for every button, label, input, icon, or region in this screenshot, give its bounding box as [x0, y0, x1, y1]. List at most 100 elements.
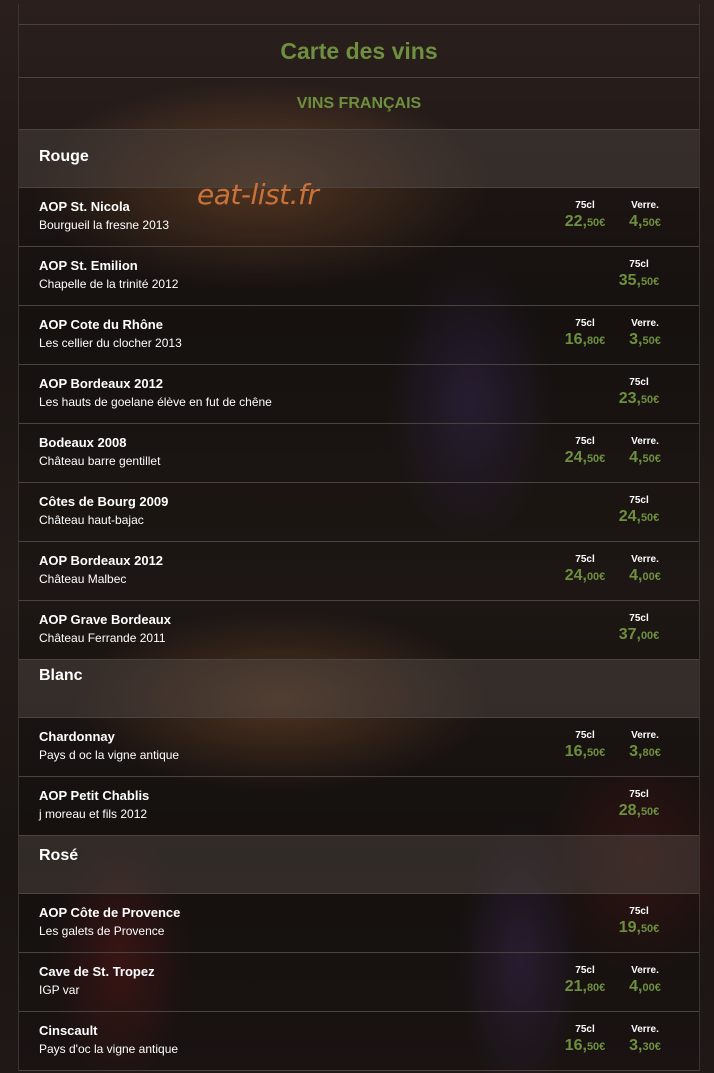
bottle-price-amount: 16, [564, 1037, 587, 1054]
glass-price-value: 4,00€ [615, 978, 675, 996]
bottle-price-label: 75cl [629, 259, 649, 270]
glass-price-amount: 4, [629, 449, 643, 466]
wine-name: AOP St. Emilion [39, 258, 138, 273]
bottle-price-amount: 35, [618, 272, 641, 289]
glass-price-amount: 4, [629, 567, 643, 584]
bottle-price: 75cl 16,50€ [555, 730, 615, 761]
bottle-price-amount: 23, [618, 390, 641, 407]
bottle-price-amount: 21, [564, 978, 587, 995]
wine-description: Les hauts de goelane élève en fut de chê… [39, 395, 272, 409]
glass-price-cents: 50€ [642, 453, 661, 465]
wine-description: Bourgueil la fresne 2013 [39, 218, 170, 232]
wine-row: Côtes de Bourg 2009 Château haut-bajac 75c… [19, 483, 699, 542]
glass-price-cents: 30€ [642, 1041, 661, 1053]
bottle-price-cents: 50€ [640, 512, 660, 524]
bottle-price-amount: 19, [618, 919, 641, 936]
glass-price-label: Verre. [631, 730, 659, 741]
wine-description: IGP var [39, 983, 80, 997]
bottle-price-cents: 00€ [586, 571, 606, 583]
glass-price-amount: 4, [629, 978, 643, 995]
bottle-price-cents: 50€ [586, 453, 606, 465]
bottle-price-value: 28,50€ [609, 802, 669, 820]
bottle-price-amount: 16, [564, 743, 587, 760]
wine-name: Cave de St. Tropez [39, 964, 155, 979]
wine-description: Pays d oc la vigne antique [39, 748, 180, 762]
bottle-price-value: 24,00€ [555, 567, 615, 585]
bottle-price-amount: 24, [618, 508, 641, 525]
wine-name: AOP St. Nicola [39, 199, 130, 214]
glass-price: Verre. 3,50€ [615, 318, 675, 349]
glass-price-value: 4,50€ [615, 213, 675, 231]
glass-price-label: Verre. [631, 1024, 659, 1035]
wine-row: AOP Côte de Provence Les galets de Proven… [19, 894, 699, 953]
bottle-price-label: 75cl [575, 318, 595, 329]
glass-price-value: 4,50€ [615, 449, 675, 467]
bottle-price-value: 24,50€ [609, 508, 669, 526]
wine-description: Pays d'oc la vigne antique [39, 1042, 179, 1056]
bottle-price: 75cl 24,50€ [555, 436, 615, 467]
bottle-price-label: 75cl [629, 906, 649, 917]
glass-price: Verre. 3,80€ [615, 730, 675, 761]
wine-description: Château haut-bajac [39, 513, 144, 527]
bottle-price-cents: 50€ [640, 276, 660, 288]
bottle-price-label: 75cl [629, 789, 649, 800]
bottle-price: 75cl 16,50€ [555, 1024, 615, 1055]
page-subtitle: VINS FRANÇAIS [19, 78, 699, 130]
glass-price: Verre. 4,50€ [615, 436, 675, 467]
wine-name: Bodeaux 2008 [39, 435, 127, 450]
wine-description: Château barre gentillet [39, 454, 161, 468]
wine-name: AOP Côte de Provence [39, 905, 181, 920]
bottle-price-value: 24,50€ [555, 449, 615, 467]
glass-price-amount: 3, [629, 331, 643, 348]
wine-row: AOP Bordeaux 2012 Château Malbec 75cl 24,00… [19, 542, 699, 601]
glass-price-value: 3,50€ [615, 331, 675, 349]
bottle-price-value: 16,50€ [555, 743, 615, 761]
wine-name: AOP Cote du Rhône [39, 317, 163, 332]
wine-name: Côtes de Bourg 2009 [39, 494, 169, 509]
bottle-price-value: 23,50€ [609, 390, 669, 408]
wine-row: AOP Cote du Rhône Les cellier du clocher … [19, 306, 699, 365]
bottle-price-amount: 28, [618, 802, 641, 819]
glass-price-value: 4,00€ [615, 567, 675, 585]
bottle-price-label: 75cl [575, 554, 595, 565]
bottle-price-label: 75cl [629, 613, 649, 624]
section-title: Rosé [39, 847, 79, 864]
glass-price-amount: 4, [629, 213, 643, 230]
bottle-price-value: 22,50€ [555, 213, 615, 231]
bottle-price-label: 75cl [575, 436, 595, 447]
glass-price-cents: 50€ [642, 217, 661, 229]
section-title: Blanc [39, 667, 83, 684]
bottle-price: 75cl 37,00€ [609, 613, 669, 644]
glass-price-cents: 50€ [642, 335, 661, 347]
glass-price: Verre. 3,30€ [615, 1024, 675, 1055]
wine-menu: Carte des vins VINS FRANÇAIS Rouge AOP St… [18, 4, 700, 1071]
wine-row: AOP Petit Chablis j moreau et fils 2012 75… [19, 777, 699, 836]
glass-price-label: Verre. [631, 965, 659, 976]
wine-name: AOP Petit Chablis [39, 788, 150, 803]
section-title: Rouge [39, 148, 89, 165]
wine-row: Bodeaux 2008 Château barre gentillet 75cl 2… [19, 424, 699, 483]
watermark: eat-list.fr [197, 178, 319, 211]
section-header: Rosé [19, 836, 699, 894]
glass-price: Verre. 4,00€ [615, 554, 675, 585]
glass-price-cents: 00€ [642, 571, 661, 583]
wine-description: Château Ferrande 2011 [39, 631, 166, 645]
glass-price-amount: 3, [629, 743, 643, 760]
glass-price-label: Verre. [631, 554, 659, 565]
wine-name: Cinscault [39, 1023, 98, 1038]
bottle-price: 75cl 16,80€ [555, 318, 615, 349]
wine-name: AOP Bordeaux 2012 [39, 376, 164, 391]
glass-price-label: Verre. [631, 436, 659, 447]
bottle-price-value: 37,00€ [609, 626, 669, 644]
wine-row: Chardonnay Pays d oc la vigne antique 75cl… [19, 718, 699, 777]
bottle-price-label: 75cl [575, 730, 595, 741]
glass-price-cents: 80€ [642, 747, 661, 759]
bottle-price-value: 21,80€ [555, 978, 615, 996]
bottle-price-label: 75cl [629, 377, 649, 388]
bottle-price-cents: 50€ [640, 923, 660, 935]
wine-name: AOP Bordeaux 2012 [39, 553, 164, 568]
bottle-price-cents: 50€ [586, 1041, 606, 1053]
wine-row: AOP St. Nicola Bourgueil la fresne 2013 75… [19, 188, 699, 247]
glass-price-label: Verre. [631, 318, 659, 329]
wine-row: Cave de St. Tropez IGP var 75cl 21,80€ Verre… [19, 953, 699, 1012]
